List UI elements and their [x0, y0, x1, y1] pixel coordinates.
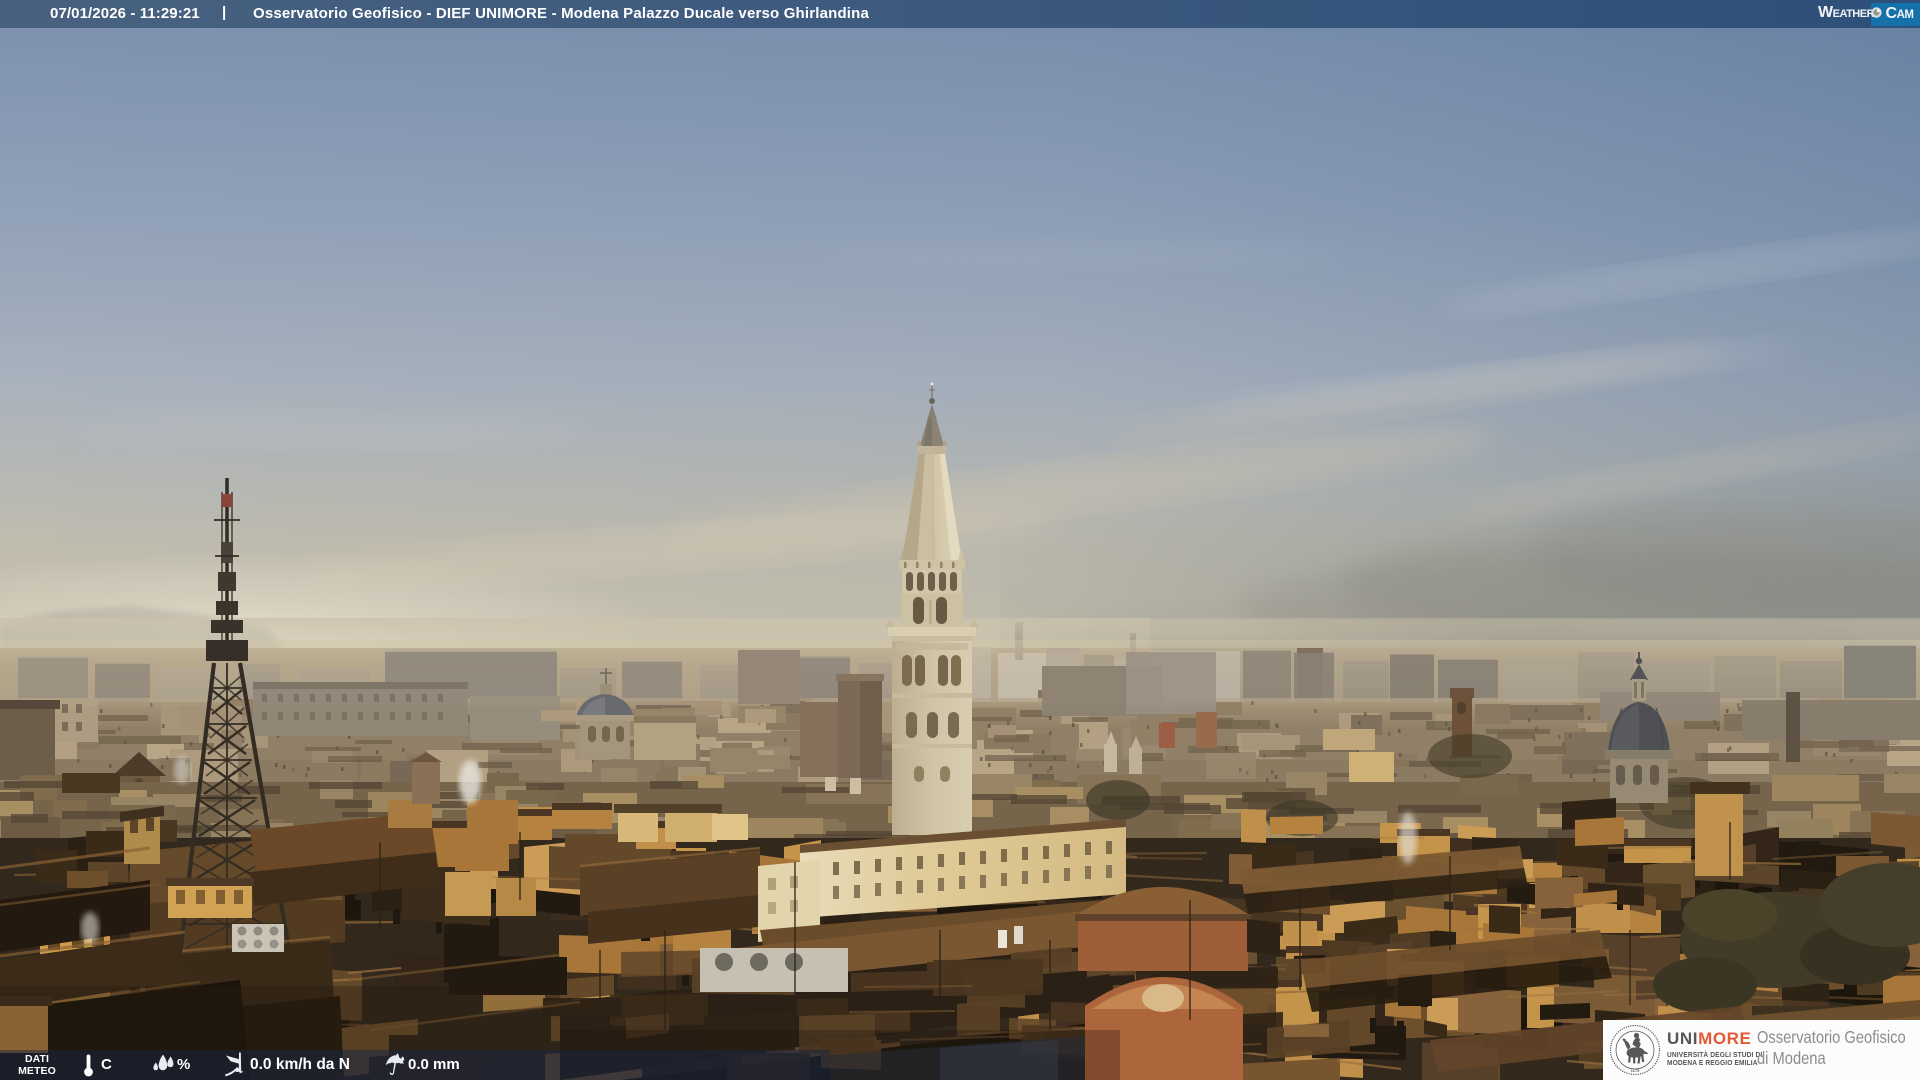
svg-text:1175: 1175 — [1631, 1068, 1640, 1073]
